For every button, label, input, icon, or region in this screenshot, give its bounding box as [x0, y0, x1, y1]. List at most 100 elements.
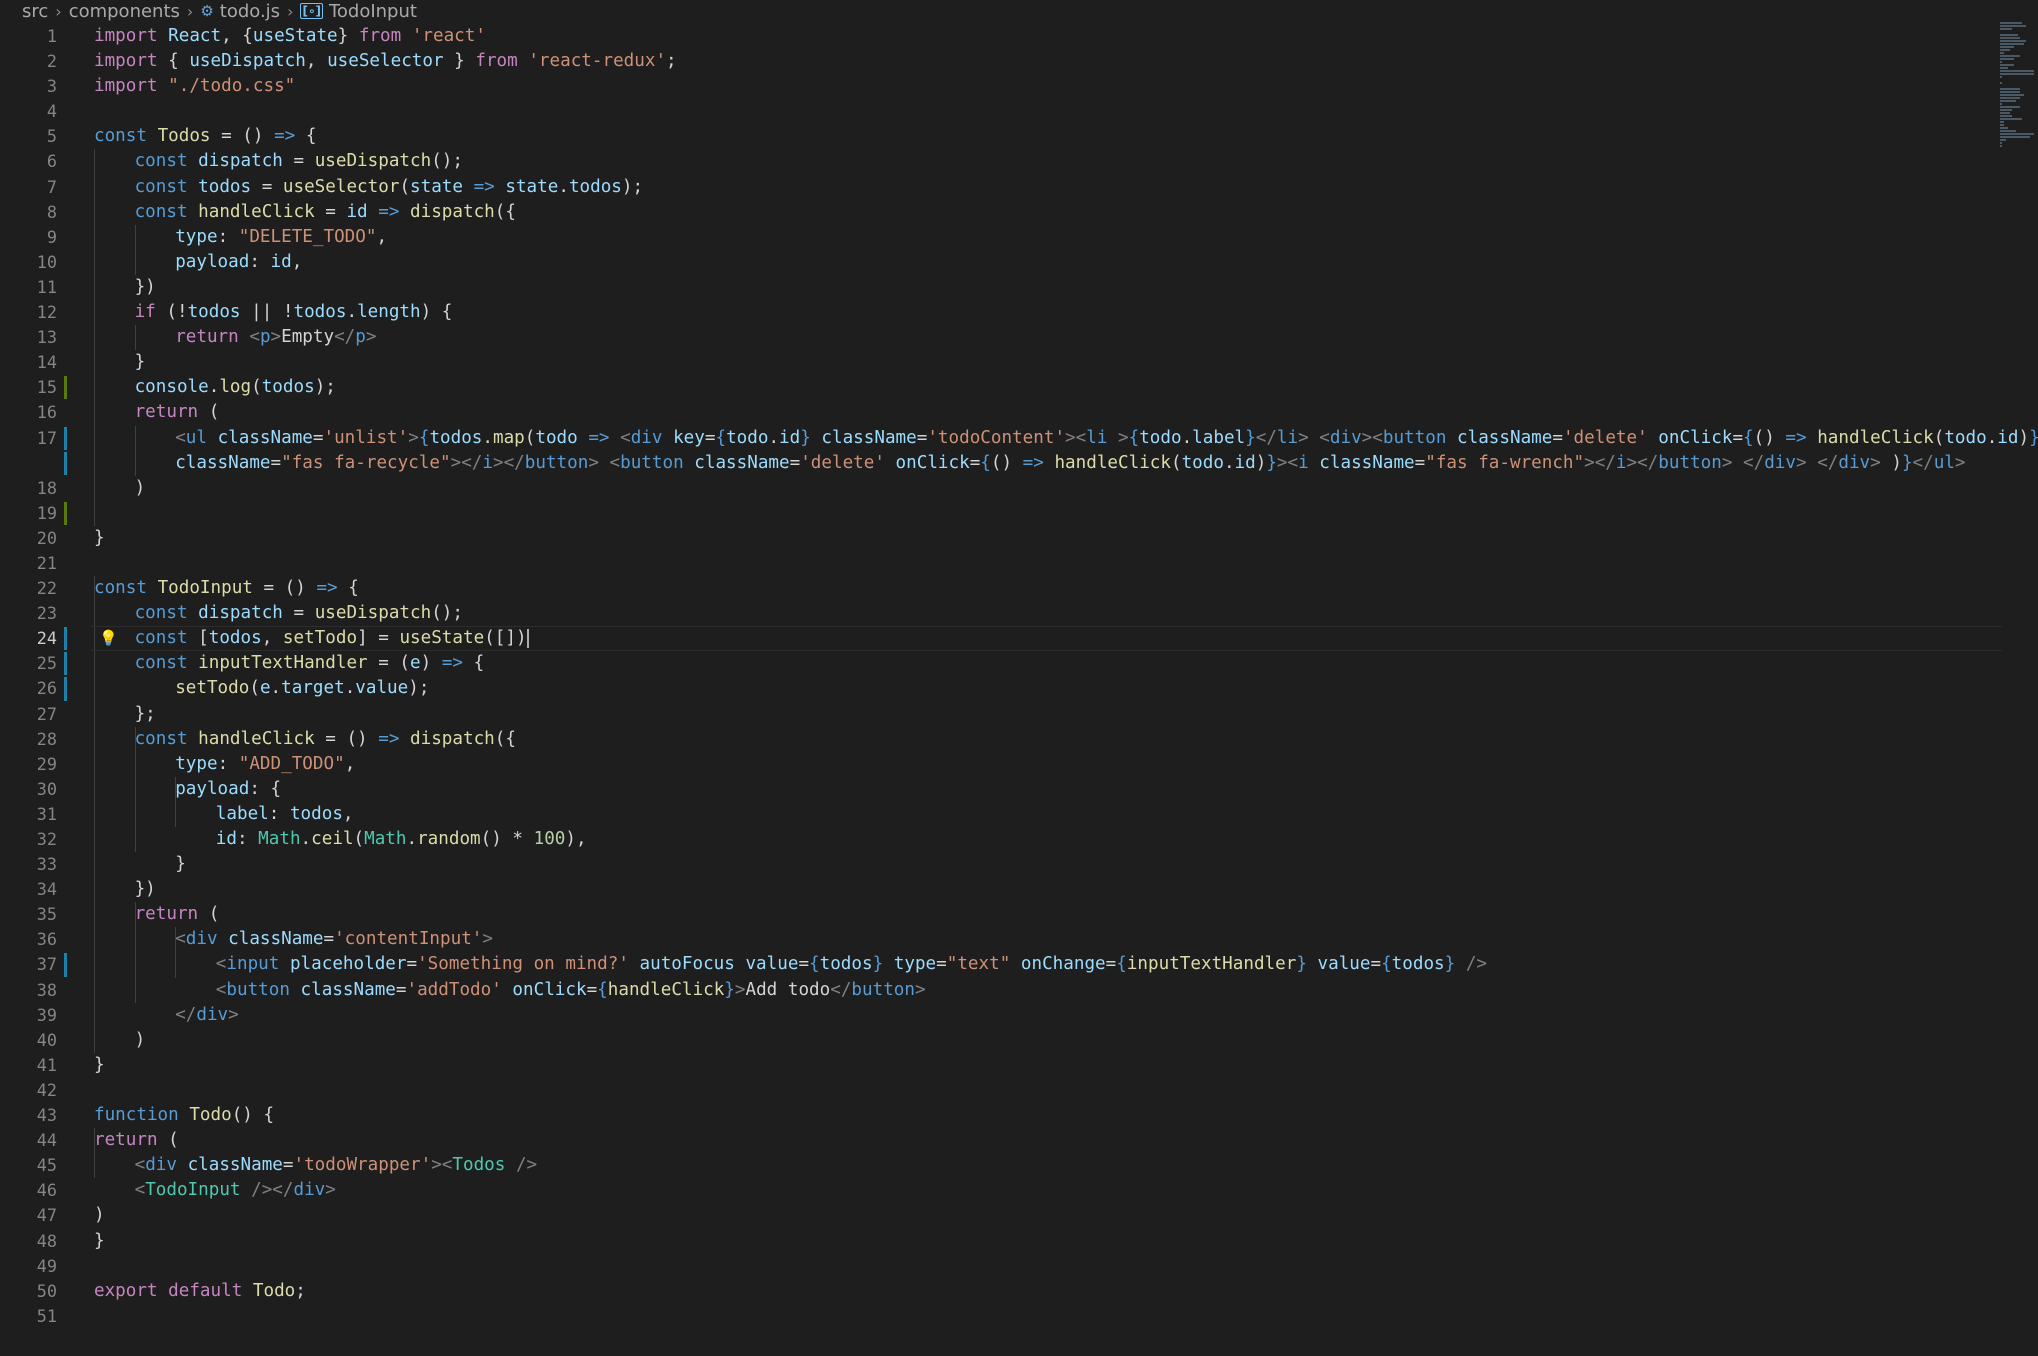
- code-line-9[interactable]: 9 type: "DELETE_TODO",: [0, 224, 2038, 250]
- code-line-51[interactable]: 51: [0, 1304, 2038, 1329]
- code-line-44[interactable]: 44 return (: [0, 1128, 2038, 1154]
- code-line-16[interactable]: 16 return (: [0, 400, 2038, 426]
- code-line-40[interactable]: 40): [0, 1027, 2038, 1053]
- code-line-14[interactable]: 14}: [0, 350, 2038, 376]
- code-line-48[interactable]: 48}: [0, 1229, 2038, 1254]
- code-line-5[interactable]: 5 const Todos = () => {: [0, 124, 2038, 149]
- minimap[interactable]: [2000, 22, 2034, 147]
- code-text: const TodoInput = () => {: [94, 578, 359, 599]
- indent-guide: [94, 927, 95, 953]
- indent-guide: [134, 801, 136, 827]
- code-line-28[interactable]: 28 const handleClick = () => dispatch({: [0, 726, 2038, 752]
- code-line-38[interactable]: 38 <button className='addTodo' onClick={h…: [0, 977, 2038, 1003]
- breadcrumb-symbol[interactable]: TodoInput: [329, 1, 417, 22]
- code-editor[interactable]: 1 import React, {useState} from 'react' 2 i…: [0, 24, 2038, 1329]
- chevron-right-icon: ›: [55, 1, 62, 21]
- code-text: ): [134, 477, 146, 498]
- code-line-27[interactable]: 27};: [0, 701, 2038, 727]
- breadcrumb-file[interactable]: todo.js: [220, 1, 280, 22]
- code-line-32[interactable]: 32 id: Math.ceil(Math.random() * 100),: [0, 827, 2038, 853]
- line-number: 33: [36, 854, 57, 875]
- code-line-20[interactable]: 20}: [0, 526, 2038, 551]
- git-modified-marker[interactable]: [64, 426, 67, 450]
- code-line-18[interactable]: 18): [0, 475, 2038, 501]
- git-modified-marker[interactable]: [64, 627, 67, 651]
- line-number: 15: [36, 377, 57, 398]
- code-line-17[interactable]: 17 <ul className='unlist'>{todos.map(todo…: [0, 425, 2038, 451]
- code-line-24[interactable]: 24 💡 const [todos, setTodo] = useState([]): [0, 626, 2038, 652]
- code-line-1[interactable]: 1 import React, {useState} from 'react': [0, 24, 2038, 49]
- code-text: ): [94, 1205, 105, 1226]
- code-line-43[interactable]: 43 function Todo() {: [0, 1103, 2038, 1128]
- indent-guide: [94, 300, 95, 326]
- code-line-11[interactable]: 11}): [0, 274, 2038, 301]
- code-line-34[interactable]: 34}): [0, 877, 2038, 903]
- code-text: return (: [134, 904, 220, 925]
- indent-guide: [134, 952, 136, 978]
- line-number: 4: [46, 101, 57, 122]
- code-line-6[interactable]: 6 const dispatch = useDispatch();: [0, 149, 2038, 175]
- code-line-37[interactable]: 37 <input placeholder='Something on mind?…: [0, 952, 2038, 978]
- code-text: id: Math.ceil(Math.random() * 100),: [215, 829, 587, 849]
- line-number: 24: [36, 628, 57, 649]
- code-line-3[interactable]: 3 import "./todo.css": [0, 74, 2038, 99]
- git-added-marker[interactable]: [64, 501, 67, 525]
- indent-guide: [94, 1002, 95, 1028]
- code-line-45[interactable]: 45 <div className='todoWrapper'><Todos />: [0, 1153, 2038, 1179]
- code-line-26[interactable]: 26 setTodo(e.target.value);: [0, 676, 2038, 702]
- code-line-42[interactable]: 42: [0, 1078, 2038, 1103]
- git-modified-marker[interactable]: [64, 652, 67, 676]
- line-number: 49: [36, 1255, 57, 1276]
- line-number: 25: [36, 653, 57, 674]
- code-line-39[interactable]: 39 </div>: [0, 1002, 2038, 1028]
- code-line-13[interactable]: 13 return <p>Empty</p>: [0, 325, 2038, 351]
- line-number: 29: [36, 753, 57, 774]
- line-number: 36: [36, 929, 57, 950]
- code-line-25[interactable]: 25 const inputTextHandler = (e) => {: [0, 651, 2038, 677]
- lightbulb-icon[interactable]: 💡: [99, 626, 118, 651]
- breadcrumb-folder-src[interactable]: src: [22, 1, 48, 22]
- indent-guide: [94, 450, 95, 476]
- line-number: 7: [46, 176, 57, 197]
- code-line-36[interactable]: 36 <div className='contentInput'>: [0, 927, 2038, 953]
- code-line-30[interactable]: 30 payload: {: [0, 776, 2038, 802]
- code-line-12[interactable]: 12 if (!todos || !todos.length) {: [0, 300, 2038, 326]
- code-line-47[interactable]: 47): [0, 1203, 2038, 1228]
- code-line-19[interactable]: 19: [0, 500, 2038, 526]
- code-line-49[interactable]: 49: [0, 1254, 2038, 1279]
- code-text: export default Todo;: [94, 1280, 306, 1301]
- git-modified-marker[interactable]: [64, 677, 67, 701]
- indent-guide: [134, 450, 136, 476]
- git-added-marker[interactable]: [64, 376, 67, 400]
- code-line-33[interactable]: 33}: [0, 852, 2038, 878]
- code-line-10[interactable]: 10 payload: id,: [0, 249, 2038, 275]
- code-line-2[interactable]: 2 import { useDispatch, useSelector } fro…: [0, 49, 2038, 74]
- indent-guide: [94, 626, 95, 652]
- indent-guide: [94, 325, 95, 351]
- code-line-46[interactable]: 46 <TodoInput /></div>: [0, 1178, 2038, 1203]
- code-text: <input placeholder='Something on mind?' …: [215, 954, 1488, 975]
- git-modified-marker[interactable]: [64, 953, 67, 977]
- code-line-4[interactable]: 4: [0, 99, 2038, 124]
- code-line-41[interactable]: 41}: [0, 1053, 2038, 1078]
- line-number: 31: [36, 803, 57, 824]
- indent-guide: [94, 350, 95, 376]
- code-line-31[interactable]: 31 label: todos,: [0, 801, 2038, 827]
- code-line-21[interactable]: 21: [0, 551, 2038, 576]
- code-line-35[interactable]: 35 return (: [0, 902, 2038, 928]
- code-line-22[interactable]: 22 const TodoInput = () => {: [0, 576, 2038, 602]
- code-line-8[interactable]: 8 const handleClick = id => dispatch({: [0, 199, 2038, 225]
- breadcrumb-folder-components[interactable]: components: [69, 1, 180, 22]
- line-number: 38: [36, 979, 57, 1000]
- code-line-23[interactable]: 23 const dispatch = useDispatch();: [0, 601, 2038, 627]
- code-text: const [todos, setTodo] = useState([]): [134, 628, 529, 649]
- code-line-29[interactable]: 29 type: "ADD_TODO",: [0, 751, 2038, 777]
- code-line-wrap[interactable]: className="fas fa-recycle"></i></button>…: [0, 450, 2038, 476]
- code-line-15[interactable]: 15 console.log(todos);: [0, 375, 2038, 401]
- git-modified-marker[interactable]: [64, 451, 67, 475]
- indent-guide: [134, 827, 136, 853]
- code-line-50[interactable]: 50 export default Todo;: [0, 1279, 2038, 1304]
- line-number: 12: [36, 302, 57, 323]
- code-text: }: [94, 527, 105, 548]
- code-line-7[interactable]: 7 const todos = useSelector(state => stat…: [0, 174, 2038, 200]
